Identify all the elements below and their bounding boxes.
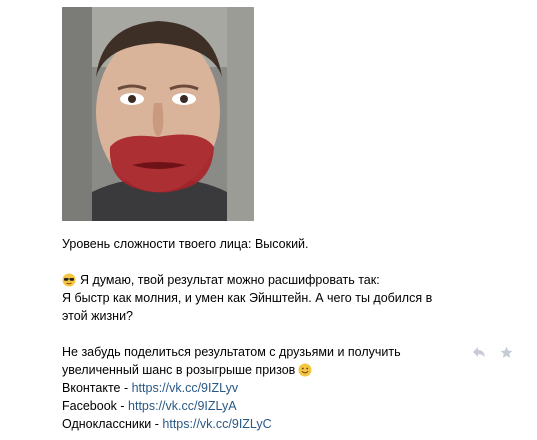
facebook-label: Facebook - bbox=[62, 399, 129, 413]
message-actions bbox=[472, 343, 513, 361]
share-line-cont: увеличенный шанс в розыгрыше призов bbox=[62, 361, 482, 379]
star-icon[interactable] bbox=[500, 346, 513, 359]
vk-share-row: Вконтакте - https://vk.cc/9IZLyv bbox=[62, 379, 482, 397]
smile-emoji-icon bbox=[298, 363, 312, 382]
result-intro-line: Я думаю, твой результат можно расшифрова… bbox=[62, 271, 482, 289]
difficulty-line: Уровень сложности твоего лица: Высокий. bbox=[62, 237, 309, 251]
ok-share-row: Одноклассники - https://vk.cc/9IZLyC bbox=[62, 415, 482, 433]
reply-arrow-icon[interactable] bbox=[472, 346, 486, 358]
share-line: Не забудь поделиться результатом с друзь… bbox=[62, 345, 401, 359]
result-line-cont: этой жизни? bbox=[62, 309, 134, 323]
facebook-share-row: Facebook - https://vk.cc/9IZLyA bbox=[62, 397, 482, 415]
vk-label: Вконтакте - bbox=[62, 381, 132, 395]
message-body: Уровень сложности твоего лица: Высокий. … bbox=[62, 235, 482, 433]
ok-label: Одноклассники - bbox=[62, 417, 163, 431]
result-intro-text: Я думаю, твой результат можно расшифрова… bbox=[80, 273, 380, 287]
vk-link[interactable]: https://vk.cc/9IZLyv bbox=[132, 381, 239, 395]
ok-link[interactable]: https://vk.cc/9IZLyC bbox=[162, 417, 271, 431]
facebook-link[interactable]: https://vk.cc/9IZLyA bbox=[128, 399, 237, 413]
face-photo-image bbox=[62, 7, 254, 221]
result-line: Я быстр как молния, и умен как Эйнштейн.… bbox=[62, 291, 433, 305]
post-photo[interactable] bbox=[62, 7, 254, 221]
share-line-cont-text: увеличенный шанс в розыгрыше призов bbox=[62, 363, 296, 377]
